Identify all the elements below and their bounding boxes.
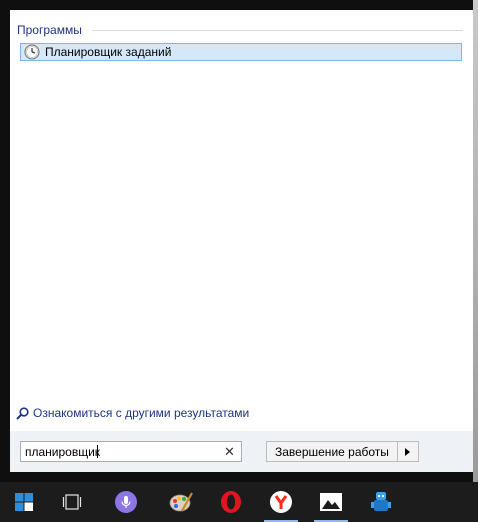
microphone-icon xyxy=(115,491,137,513)
chevron-right-icon xyxy=(405,447,411,456)
result-item-label: Планировщик заданий xyxy=(45,45,172,59)
taskbar-paint-app[interactable] xyxy=(156,482,206,522)
task-view-icon xyxy=(62,494,82,510)
photos-icon xyxy=(320,493,342,511)
search-results-pane: Программы Планировщик заданий Ознакомить… xyxy=(10,10,473,431)
cortana-button[interactable] xyxy=(96,482,156,522)
start-button[interactable] xyxy=(0,482,48,522)
opera-icon xyxy=(221,491,241,513)
task-view-button[interactable] xyxy=(48,482,96,522)
taskbar-photos[interactable] xyxy=(306,482,356,522)
search-icon xyxy=(16,406,29,420)
text-caret xyxy=(97,445,98,458)
search-footer: ✕ Завершение работы xyxy=(10,431,473,472)
shutdown-group: Завершение работы xyxy=(266,441,419,462)
windows-logo-icon xyxy=(15,493,33,511)
yandex-browser-icon xyxy=(270,491,292,513)
search-input[interactable] xyxy=(25,443,215,460)
taskbar-app[interactable] xyxy=(356,482,406,522)
clock-icon xyxy=(24,44,40,60)
taskbar-yandex-browser[interactable] xyxy=(256,482,306,522)
shutdown-button[interactable]: Завершение работы xyxy=(266,441,398,462)
shutdown-options-button[interactable] xyxy=(397,441,419,462)
result-item-task-scheduler[interactable]: Планировщик заданий xyxy=(20,43,462,61)
taskbar xyxy=(0,482,478,522)
start-menu: Программы Планировщик заданий Ознакомить… xyxy=(0,0,473,482)
programs-section-header: Программы xyxy=(17,22,463,38)
section-divider xyxy=(91,29,463,31)
taskbar-opera[interactable] xyxy=(206,482,256,522)
clear-search-icon[interactable]: ✕ xyxy=(222,444,237,459)
desktop-background xyxy=(473,0,478,482)
paint-palette-icon xyxy=(169,492,193,512)
see-more-results-label: Ознакомиться с другими результатами xyxy=(33,406,250,420)
search-box[interactable]: ✕ xyxy=(20,441,242,462)
programs-section-title: Программы xyxy=(17,23,82,37)
blue-robot-icon xyxy=(371,492,391,511)
see-more-results-link[interactable]: Ознакомиться с другими результатами xyxy=(16,406,249,420)
